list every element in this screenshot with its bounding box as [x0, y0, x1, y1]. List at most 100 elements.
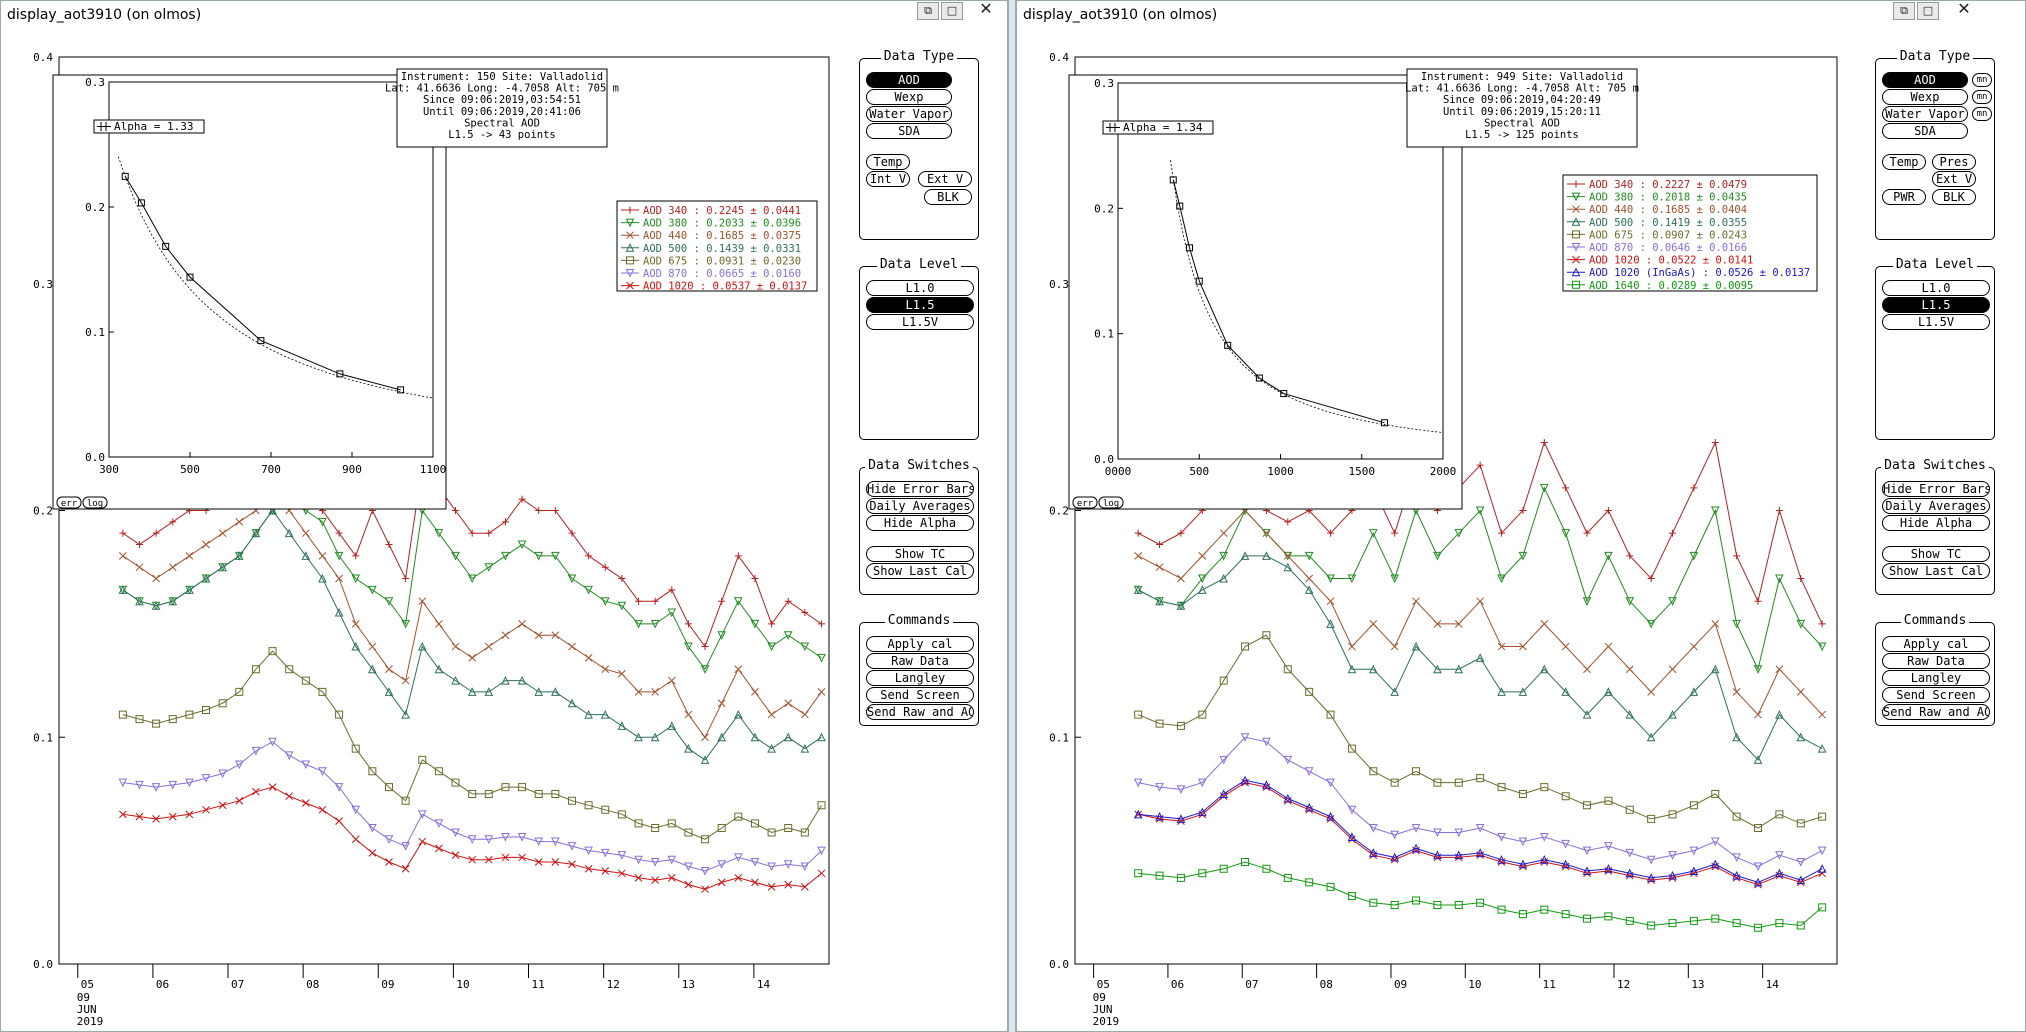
data-level-button-l1-5v[interactable]: L1.5V	[1882, 314, 1990, 330]
data-switches-button-hide-alpha[interactable]: Hide Alpha	[866, 515, 974, 531]
data-switches-button-show-last-cal[interactable]: Show Last Cal	[866, 563, 974, 579]
data-point	[1198, 551, 1207, 560]
data-level-button-l1-0[interactable]: L1.0	[866, 280, 974, 296]
data-point	[435, 844, 443, 853]
data-point	[1817, 846, 1827, 856]
commands-button-apply-cal[interactable]: Apply cal	[866, 636, 974, 652]
y-tick-label: 0.1	[33, 731, 53, 744]
data-point	[667, 676, 676, 685]
data-point	[535, 507, 543, 514]
legend-label: AOD 440 : 0.1685 ± 0.0404	[1589, 204, 1747, 216]
data-point	[817, 620, 825, 628]
data-switches-button-show-last-cal[interactable]: Show Last Cal	[1882, 563, 1990, 579]
data-level-button-l1-0[interactable]: L1.0	[1882, 280, 1990, 296]
info-line: Instrument: 949 Site: Valladolid	[1421, 71, 1623, 83]
data-type-button-pres[interactable]: Pres	[1932, 154, 1976, 170]
maximize-icon[interactable]: □	[1917, 2, 1939, 20]
data-point	[1690, 642, 1698, 651]
panel-title: Data Level	[1876, 257, 1994, 272]
data-point	[717, 699, 726, 708]
inset-x-tick-label: 700	[261, 463, 281, 476]
data-type-mn-toggle[interactable]: mn	[1972, 107, 1992, 121]
x-tick-label: 06	[1171, 978, 1184, 991]
data-point	[684, 710, 693, 719]
close-icon[interactable]: ✕	[1947, 1, 1981, 19]
commands-button-langley[interactable]: Langley	[1882, 670, 1990, 686]
maximize-icon[interactable]: □	[941, 2, 963, 20]
commands-button-send-raw-and-aod[interactable]: Send Raw and AOD	[866, 704, 974, 720]
series-aod-380	[118, 495, 826, 674]
inset-y-tick-label: 0.3	[1094, 77, 1114, 90]
inset-x-tick-label: 300	[99, 463, 119, 476]
info-line: Since 09:06:2019,03:54:51	[423, 94, 581, 106]
data-type-button-ext-v[interactable]: Ext V	[1932, 171, 1976, 187]
inset-log-label: log	[87, 499, 103, 509]
data-type-mn-toggle[interactable]: mn	[1972, 73, 1992, 87]
data-point	[1134, 710, 1143, 719]
data-type-button-blk[interactable]: BLK	[1932, 189, 1976, 205]
data-switches-button-hide-error-bars[interactable]: Hide Error Bars	[866, 481, 974, 497]
data-type-button-wexp[interactable]: Wexp	[1882, 89, 1968, 105]
data-type-button-pwr[interactable]: PWR	[1882, 189, 1926, 205]
data-point	[1797, 575, 1805, 583]
data-type-button-water-vapor[interactable]: Water Vapor	[1882, 106, 1968, 122]
data-switches-button-daily-averages[interactable]: Daily Averages	[866, 498, 974, 514]
data-point	[1732, 688, 1741, 696]
data-point	[218, 801, 227, 810]
data-level-button-l1-5[interactable]: L1.5	[866, 297, 974, 313]
data-switches-button-show-tc[interactable]: Show TC	[866, 546, 974, 562]
commands-button-send-screen[interactable]: Send Screen	[866, 687, 974, 703]
data-point	[169, 518, 177, 526]
data-switches-button-hide-alpha[interactable]: Hide Alpha	[1882, 515, 1990, 531]
data-point	[817, 801, 826, 810]
commands-panel: Commands Apply cal Raw Data Langley Send Scr…	[859, 613, 979, 726]
data-type-button-blk[interactable]: BLK	[924, 189, 972, 205]
data-type-button-aod[interactable]: AOD	[1882, 72, 1968, 88]
data-point	[1305, 574, 1314, 583]
data-point	[385, 858, 393, 866]
panel-title-text: Data Switches	[1881, 458, 1989, 473]
commands-button-send-screen[interactable]: Send Screen	[1882, 687, 1990, 703]
close-icon[interactable]: ✕	[969, 1, 1003, 19]
data-type-button-temp[interactable]: Temp	[866, 154, 910, 170]
data-level-button-l1-5v[interactable]: L1.5V	[866, 314, 974, 330]
panel-title: Data Level	[860, 257, 978, 272]
data-type-button-sda[interactable]: SDA	[866, 123, 952, 139]
commands-button-raw-data[interactable]: Raw Data	[866, 653, 974, 669]
data-point	[1156, 541, 1164, 549]
restore-icon[interactable]: ⧉	[1893, 2, 1915, 20]
data-level-button-l1-5[interactable]: L1.5	[1882, 297, 1990, 313]
legend-label: AOD 870 : 0.0665 ± 0.0160	[643, 268, 801, 280]
commands-button-langley[interactable]: Langley	[866, 670, 974, 686]
data-type-button-wexp[interactable]: Wexp	[866, 89, 952, 105]
info-line: L1.5 -> 43 points	[448, 129, 555, 141]
data-type-button-water-vapor[interactable]: Water Vapor	[866, 106, 952, 122]
panel-title: Data Switches	[860, 458, 978, 473]
data-switches-button-daily-averages[interactable]: Daily Averages	[1882, 498, 1990, 514]
panel-title-text: Data Level	[1892, 257, 1978, 272]
data-type-button-temp[interactable]: Temp	[1882, 154, 1926, 170]
data-switches-button-show-tc[interactable]: Show TC	[1882, 546, 1990, 562]
data-type-button-int-v[interactable]: Int V	[866, 171, 910, 187]
series-aod-440	[1134, 506, 1826, 719]
legend-label: AOD 500 : 0.1419 ± 0.0355	[1589, 217, 1747, 229]
data-point	[1412, 597, 1420, 606]
commands-button-apply-cal[interactable]: Apply cal	[1882, 636, 1990, 652]
data-point	[301, 529, 310, 538]
data-type-button-aod[interactable]: AOD	[866, 72, 952, 88]
data-point	[468, 654, 477, 662]
data-switches-button-hide-error-bars[interactable]: Hide Error Bars	[1882, 481, 1990, 497]
commands-button-raw-data[interactable]: Raw Data	[1882, 653, 1990, 669]
data-level-panel: Data Level L1.0 L1.5 L1.5V	[859, 257, 979, 440]
data-type-button-sda[interactable]: SDA	[1882, 123, 1968, 139]
legend-entry: AOD 1020 (InGaAs) : 0.0526 ± 0.0137	[1567, 267, 1810, 279]
restore-icon[interactable]: ⧉	[917, 2, 939, 20]
x-tick-label: 13	[1691, 978, 1704, 991]
data-type-button-ext-v[interactable]: Ext V	[918, 171, 972, 187]
data-point	[1348, 642, 1356, 651]
inset-x-tick-label: 500	[180, 463, 200, 476]
data-switches-panel: Data Switches Hide Error Bars Daily Averag…	[1875, 458, 1995, 595]
commands-button-send-raw-and-aod[interactable]: Send Raw and AOD	[1882, 704, 1990, 720]
data-type-mn-toggle[interactable]: mn	[1972, 90, 1992, 104]
data-point	[385, 665, 393, 674]
